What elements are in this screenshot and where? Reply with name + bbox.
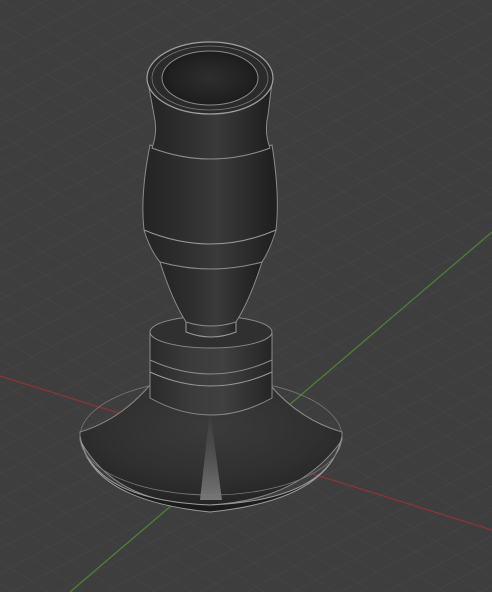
stem-body <box>142 144 278 270</box>
cup-hole <box>161 50 259 106</box>
viewport-canvas <box>0 0 492 592</box>
3d-viewport[interactable] <box>0 0 492 592</box>
